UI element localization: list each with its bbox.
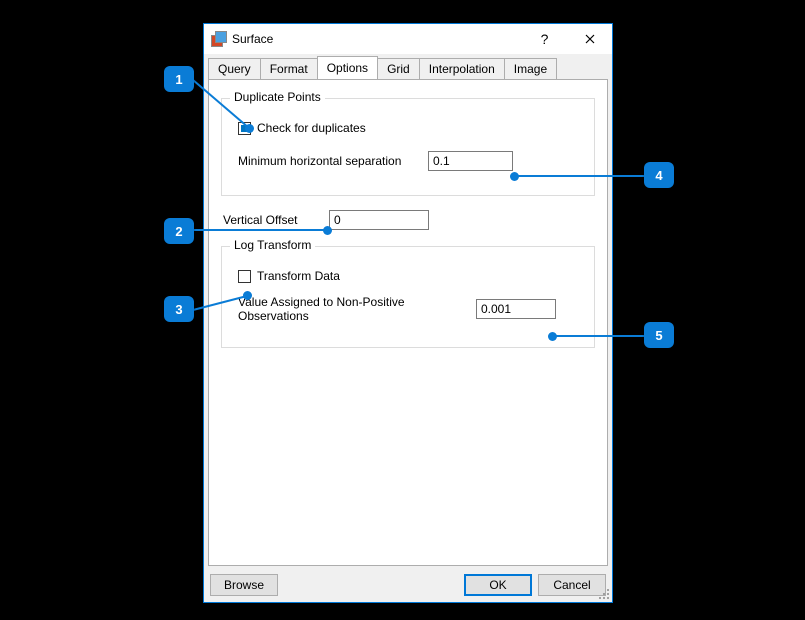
callout-4: 4 [644,162,674,188]
transform-data-label: Transform Data [257,269,340,283]
close-button[interactable] [567,24,612,54]
callout-5-dot [548,332,557,341]
callout-1-dot [245,124,254,133]
cancel-button[interactable]: Cancel [538,574,606,596]
callout-4-dot [510,172,519,181]
callout-3: 3 [164,296,194,322]
callout-2-dot [323,226,332,235]
callout-2: 2 [164,218,194,244]
help-button[interactable]: ? [522,24,567,54]
tab-options[interactable]: Options [317,56,378,79]
resize-grip-icon[interactable] [598,588,610,600]
transform-data-checkbox[interactable] [238,270,251,283]
tab-interpolation[interactable]: Interpolation [419,58,505,79]
vertical-offset-input[interactable] [329,210,429,230]
tab-query[interactable]: Query [208,58,261,79]
button-bar: Browse OK Cancel [204,570,612,602]
close-icon [585,34,595,44]
tab-strip: Query Format Options Grid Interpolation … [204,54,612,79]
log-transform-legend: Log Transform [230,238,315,252]
nonpos-input[interactable] [476,299,556,319]
dialog-title: Surface [232,32,273,46]
tab-format[interactable]: Format [260,58,318,79]
duplicate-points-legend: Duplicate Points [230,90,325,104]
vertical-offset-label: Vertical Offset [223,213,319,227]
callout-3-dot [243,291,252,300]
min-sep-input[interactable] [428,151,513,171]
min-sep-label: Minimum horizontal separation [238,154,418,168]
callout-5: 5 [644,322,674,348]
log-transform-group: Log Transform Transform Data Value Assig… [221,246,595,348]
nonpos-label: Value Assigned to Non-Positive Observati… [238,295,466,323]
tab-grid[interactable]: Grid [377,58,420,79]
app-icon [210,31,226,47]
surface-dialog: Surface ? Query Format Options Grid Inte… [203,23,613,603]
duplicate-points-group: Duplicate Points Check for duplicates Mi… [221,98,595,196]
titlebar: Surface ? [204,24,612,54]
browse-button[interactable]: Browse [210,574,278,596]
tab-image[interactable]: Image [504,58,557,79]
callout-1: 1 [164,66,194,92]
options-panel: Duplicate Points Check for duplicates Mi… [208,79,608,566]
ok-button[interactable]: OK [464,574,532,596]
check-duplicates-label: Check for duplicates [257,121,366,135]
